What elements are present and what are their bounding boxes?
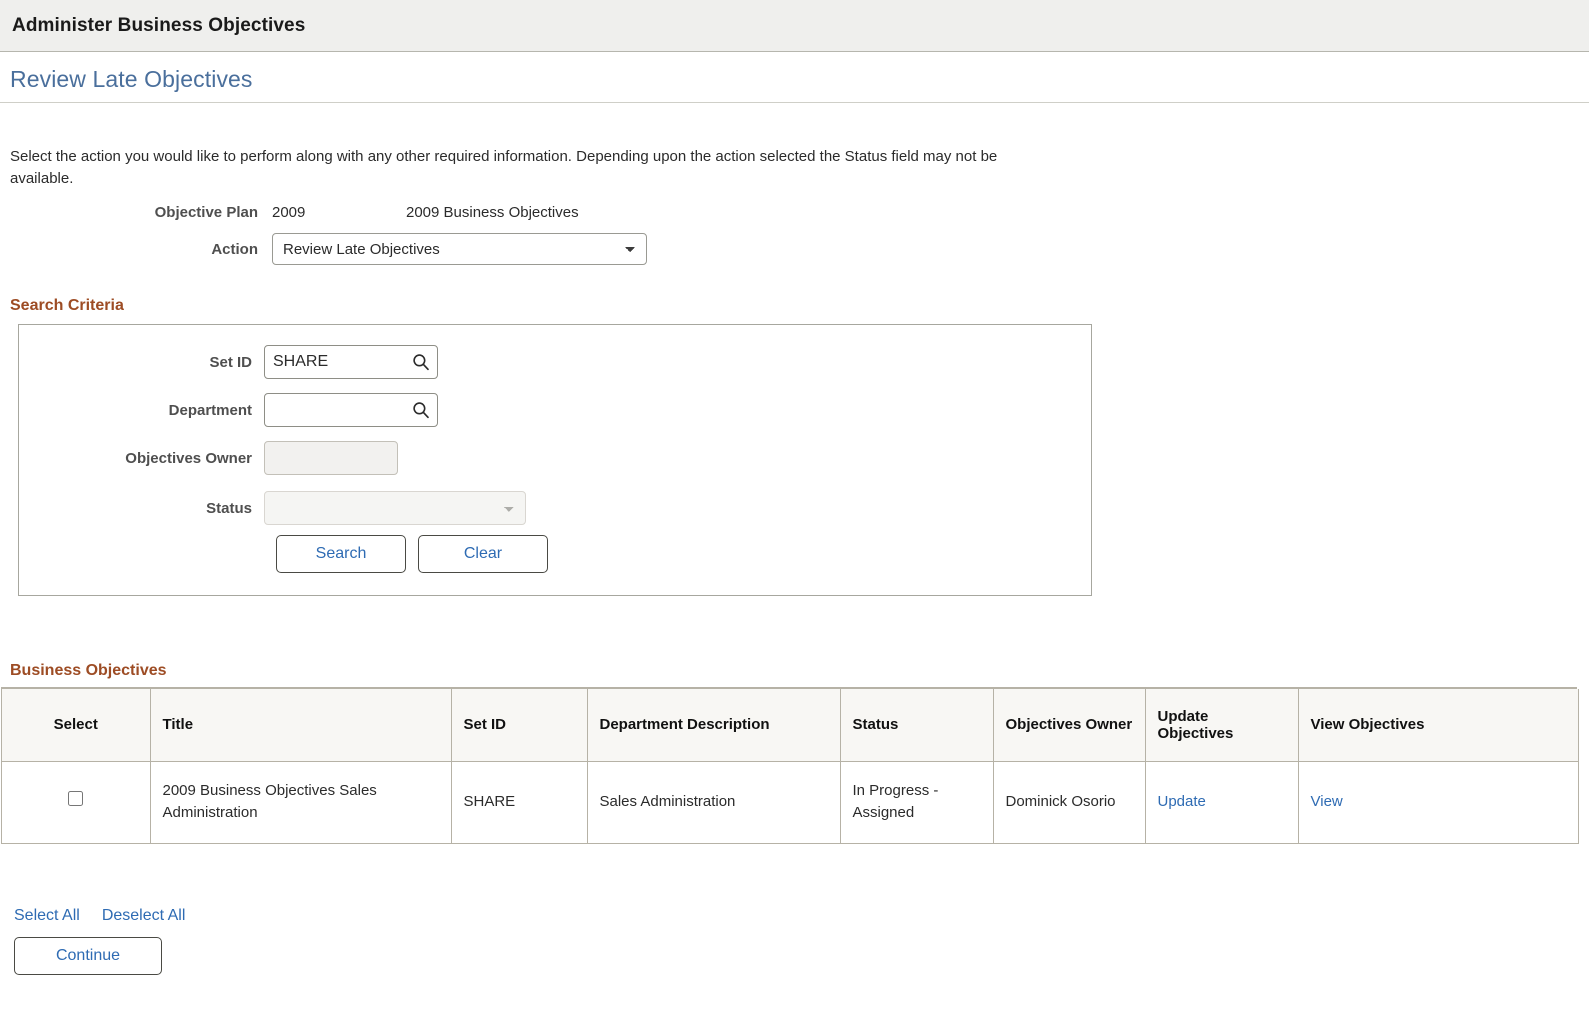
search-button[interactable]: Search [276, 535, 406, 573]
column-header-update-objectives: Update Objectives [1145, 689, 1299, 762]
row-objectives-owner: Dominick Osorio [993, 761, 1146, 844]
department-field-wrap [264, 393, 438, 427]
row-select-cell [2, 761, 151, 844]
bulk-selection-links: Select All Deselect All [14, 907, 1589, 925]
department-lookup-button[interactable] [411, 400, 431, 420]
page-title: Review Late Objectives [10, 66, 253, 92]
column-header-set-id: Set ID [451, 689, 588, 762]
column-header-objectives-owner: Objectives Owner [993, 689, 1146, 762]
deselect-all-link[interactable]: Deselect All [102, 907, 186, 925]
row-set-id: SHARE [451, 761, 588, 844]
objective-plan-code: 2009 [272, 204, 306, 221]
department-row: Department [19, 393, 1091, 427]
page-title-bar: Review Late Objectives [0, 52, 1589, 103]
row-title: 2009 Business Objectives Sales Administr… [150, 761, 452, 844]
criteria-button-row: Search Clear [276, 535, 1091, 573]
objectives-owner-row: Objectives Owner [19, 441, 1091, 475]
clear-button[interactable]: Clear [418, 535, 548, 573]
app-header: Administer Business Objectives [0, 0, 1589, 52]
objective-plan-description: 2009 Business Objectives [406, 204, 579, 221]
select-all-link[interactable]: Select All [14, 907, 80, 925]
status-select [264, 491, 526, 525]
set-id-label: Set ID [209, 353, 252, 371]
table-header-row: Select Title Set ID Department Descripti… [2, 689, 1579, 762]
table-row: 2009 Business Objectives Sales Administr… [2, 761, 1579, 844]
set-id-lookup-button[interactable] [411, 352, 431, 372]
department-label: Department [168, 401, 252, 419]
objectives-owner-input [264, 441, 398, 475]
action-row: Action Review Late Objectives [0, 233, 1589, 265]
business-objectives-heading: Business Objectives [10, 662, 167, 679]
search-icon [413, 354, 429, 371]
column-header-department-description: Department Description [587, 689, 841, 762]
search-icon [413, 402, 429, 419]
set-id-row: Set ID [19, 345, 1091, 379]
update-objectives-link[interactable]: Update [1158, 793, 1206, 810]
column-header-select: Select [2, 689, 151, 762]
row-select-checkbox[interactable] [68, 791, 84, 806]
business-objectives-grid-wrap: Select Title Set ID Department Descripti… [1, 687, 1579, 844]
column-header-view-objectives: View Objectives [1298, 689, 1579, 762]
objective-plan-label: Objective Plan [154, 204, 258, 221]
business-objectives-table: Select Title Set ID Department Descripti… [2, 689, 1579, 844]
app-title: Administer Business Objectives [12, 14, 306, 36]
results-heading-wrap: Business Objectives [0, 662, 1589, 680]
instructions-text: Select the action you would like to perf… [10, 148, 998, 187]
objective-plan-row: Objective Plan 2009 2009 Business Object… [0, 204, 1589, 221]
row-status: In Progress - Assigned [840, 761, 994, 844]
row-view-cell: View [1298, 761, 1579, 844]
search-criteria-panel: Set ID Department Objectives Owner [18, 324, 1092, 596]
action-label: Action [211, 240, 258, 258]
column-header-title: Title [150, 689, 452, 762]
continue-button-wrap: Continue [14, 936, 1589, 975]
search-criteria-heading: Search Criteria [10, 297, 124, 314]
row-department-description: Sales Administration [587, 761, 841, 844]
status-row: Status [19, 491, 1091, 525]
set-id-field-wrap [264, 345, 438, 379]
action-select[interactable]: Review Late Objectives [272, 233, 647, 265]
row-update-cell: Update [1145, 761, 1299, 844]
status-label: Status [206, 499, 252, 517]
view-objectives-link[interactable]: View [1311, 793, 1343, 810]
continue-button[interactable]: Continue [14, 936, 162, 975]
column-header-status: Status [840, 689, 994, 762]
objectives-owner-label: Objectives Owner [125, 449, 252, 467]
